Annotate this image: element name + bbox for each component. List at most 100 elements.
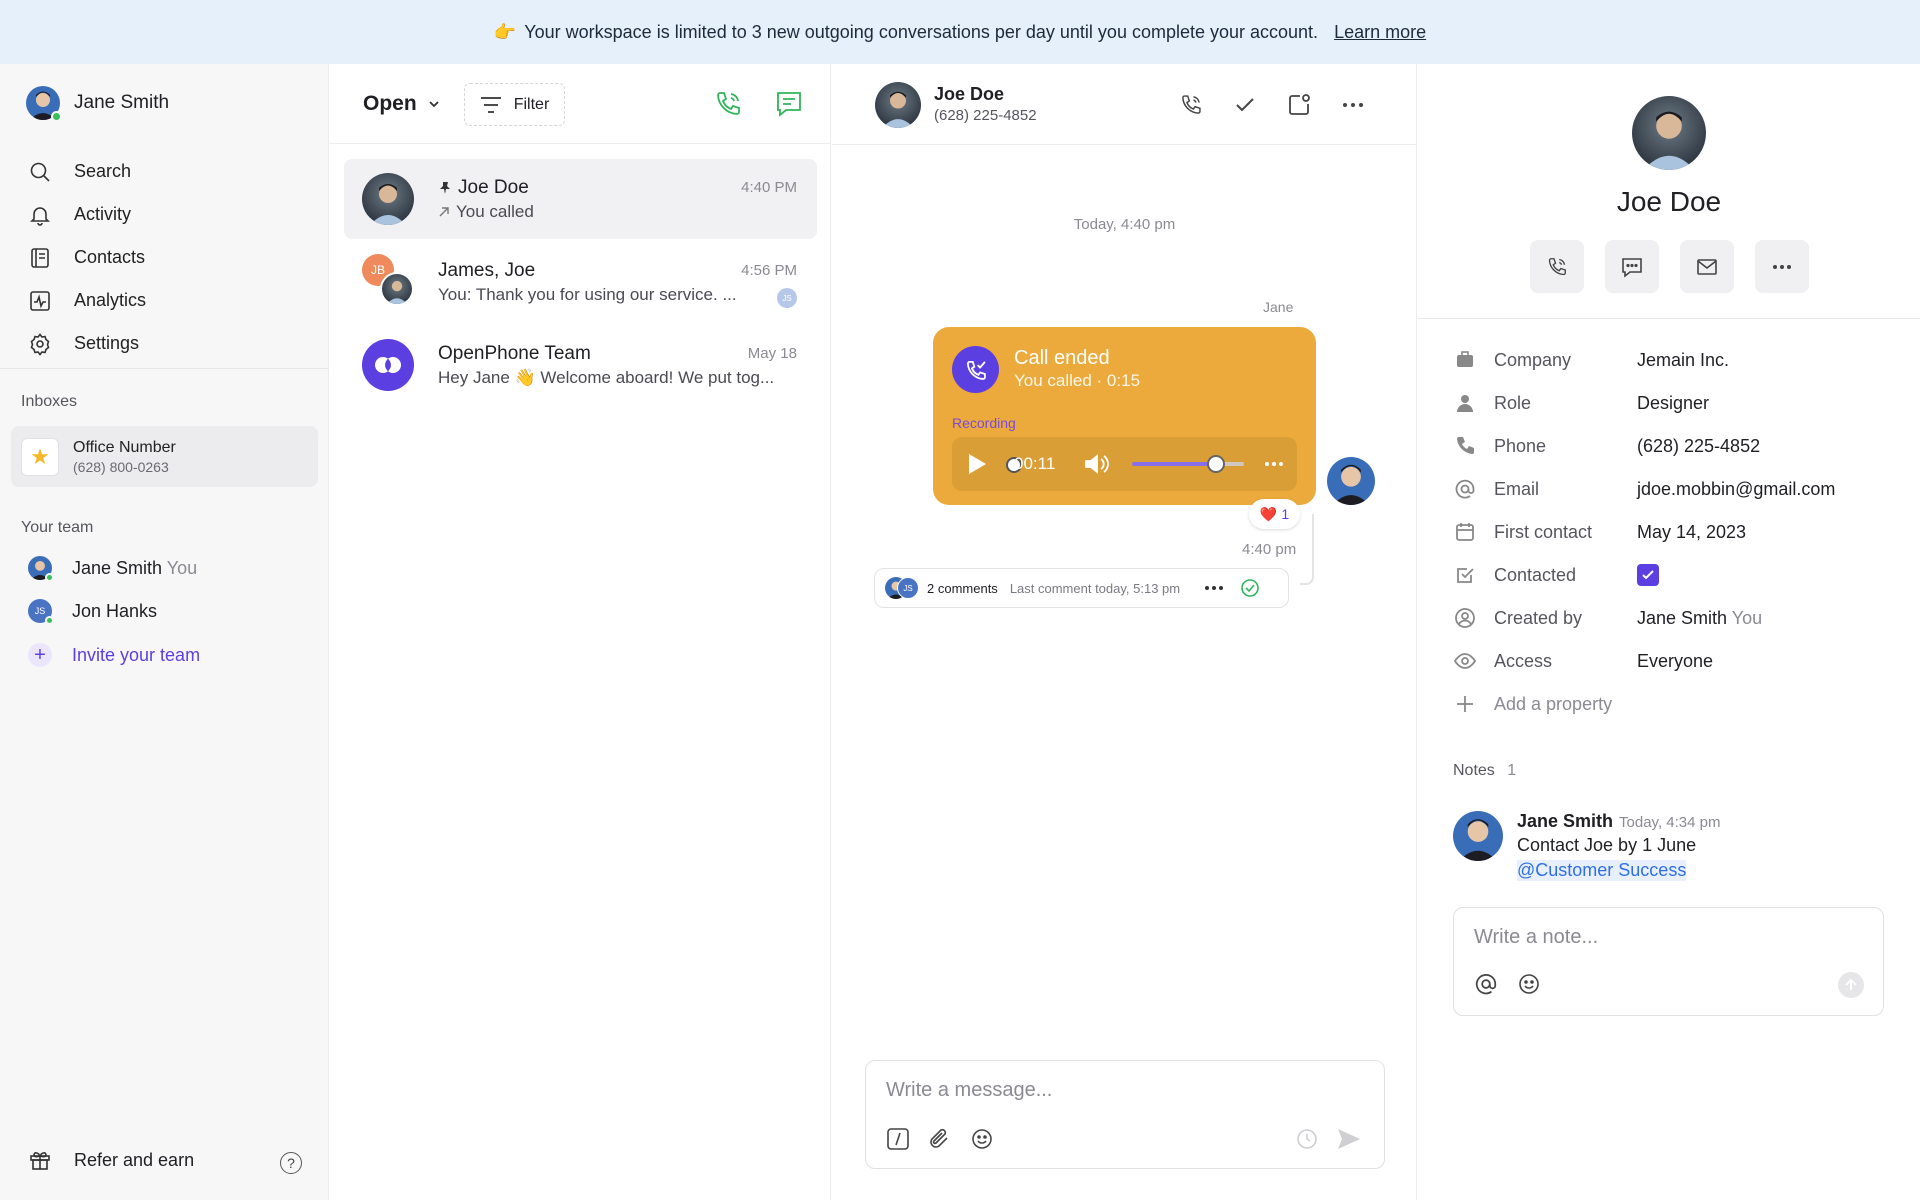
avatar — [380, 272, 414, 306]
emoji-icon[interactable] — [970, 1127, 994, 1151]
member-name: Jon Hanks — [72, 600, 158, 621]
nav-contacts[interactable]: Contacts — [28, 236, 146, 279]
property-phone[interactable]: Phone (628) 225-4852 — [1454, 435, 1760, 457]
preview-text: Hey Jane 👋 Welcome aboard! We put tog... — [438, 368, 775, 387]
call-button[interactable] — [1530, 240, 1584, 293]
checkbox-icon — [1457, 568, 1474, 583]
property-company[interactable]: Company Jemain Inc. — [1454, 349, 1729, 371]
volume-slider[interactable] — [1132, 455, 1244, 473]
note-body: Contact Joe by 1 June @Customer Success — [1517, 835, 1696, 881]
property-role[interactable]: Role Designer — [1454, 392, 1709, 414]
schedule-clock-icon[interactable] — [1295, 1127, 1319, 1151]
phone-icon — [1548, 257, 1566, 275]
email-button[interactable] — [1680, 240, 1734, 293]
call-icon[interactable] — [1178, 92, 1204, 118]
note-input[interactable]: Write a note... — [1474, 926, 1598, 949]
note-composer[interactable]: Write a note... — [1453, 907, 1884, 1016]
new-message-icon[interactable] — [773, 88, 805, 120]
conversation-item-james-joe[interactable]: JB James, Joe 4:56 PM You: Thank you for… — [344, 242, 817, 322]
conversation-item-joe-doe[interactable]: Joe Doe 4:40 PM You called — [344, 159, 817, 239]
reaction-badge[interactable]: ❤️ 1 — [1249, 499, 1300, 529]
nav-settings[interactable]: Settings — [28, 322, 146, 365]
property-key: Contacted — [1494, 564, 1577, 585]
contacted-checkbox[interactable] — [1637, 564, 1659, 586]
notes-count: 1 — [1507, 762, 1517, 779]
chat-header: Joe Doe (628) 225-4852 — [832, 64, 1417, 145]
new-call-icon[interactable] — [712, 88, 744, 120]
team-heading: Your team — [21, 519, 94, 536]
comments-count: 2 comments — [927, 580, 998, 596]
nav-label: Settings — [74, 333, 140, 353]
volume-handle[interactable] — [1207, 455, 1225, 473]
more-actions-button[interactable] — [1755, 240, 1809, 293]
more-icon[interactable] — [1340, 92, 1366, 118]
online-status-dot — [51, 111, 62, 122]
property-first-contact[interactable]: First contact May 14, 2023 — [1454, 521, 1746, 543]
help-icon[interactable]: ? — [280, 1152, 302, 1174]
add-property-button[interactable]: Add a property — [1454, 693, 1612, 715]
mention-icon[interactable] — [1474, 972, 1498, 996]
refer-and-earn-button[interactable]: Refer and earn — [28, 1148, 194, 1172]
user-circle-icon — [1455, 608, 1475, 628]
you-tag: You — [1731, 607, 1763, 628]
property-created-by[interactable]: Created by Jane Smith You — [1454, 607, 1762, 629]
conversation-list-header: Open Filter — [330, 64, 831, 144]
team-member-jane[interactable]: Jane Smith You — [28, 556, 197, 582]
sidebar: Jane Smith Search Activity Contacts Anal… — [0, 64, 329, 1200]
banner-text: Your workspace is limited to 3 new outgo… — [524, 21, 1319, 42]
inbox-office-number[interactable]: ★ Office Number (628) 800-0263 — [11, 426, 318, 487]
divider — [1418, 318, 1920, 319]
message-composer[interactable]: Write a message... — [865, 1060, 1385, 1169]
filter-icon — [480, 96, 501, 113]
status-dropdown[interactable]: Open — [363, 92, 441, 116]
learn-more-link[interactable]: Learn more — [1334, 22, 1426, 43]
invite-team-button[interactable]: + Invite your team — [28, 643, 200, 667]
chevron-down-icon — [429, 101, 439, 108]
property-value: Jemain Inc. — [1637, 349, 1730, 370]
send-icon[interactable] — [1336, 1127, 1362, 1151]
inbox-name: Office Number — [73, 438, 176, 456]
conversation-name: OpenPhone Team — [438, 343, 591, 365]
submit-note-button[interactable] — [1838, 972, 1864, 998]
notes-heading: Notes 1 — [1453, 762, 1516, 780]
eye-icon — [1454, 653, 1476, 669]
avatar: JS — [28, 599, 54, 625]
analytics-icon — [30, 290, 50, 311]
play-icon[interactable] — [966, 452, 988, 476]
user-name: Jane Smith — [74, 92, 170, 113]
check-icon[interactable] — [1232, 92, 1258, 118]
emoji-icon[interactable] — [1517, 972, 1541, 996]
nav-search[interactable]: Search — [28, 150, 146, 193]
member-name: Jane Smith — [72, 557, 163, 578]
mention-tag[interactable]: @Customer Success — [1517, 860, 1687, 881]
message-input[interactable]: Write a message... — [886, 1079, 1052, 1102]
message-button[interactable] — [1605, 240, 1659, 293]
volume-icon[interactable] — [1084, 453, 1110, 475]
preview-text: You: Thank you for using our service. ..… — [438, 285, 737, 304]
avatar-initials: JS — [897, 577, 919, 599]
message-sender: Jane — [1263, 299, 1294, 315]
more-icon[interactable] — [1204, 585, 1224, 591]
conversation-title: Joe Doe — [458, 177, 529, 198]
current-user[interactable]: Jane Smith — [26, 86, 170, 122]
refer-label: Refer and earn — [74, 1149, 195, 1170]
nav-activity[interactable]: Activity — [28, 193, 146, 236]
property-value: Jane Smith — [1637, 607, 1728, 628]
property-contacted[interactable]: Contacted — [1454, 564, 1659, 586]
conversation-preview: You: Thank you for using our service. ..… — [438, 285, 737, 305]
nav-analytics[interactable]: Analytics — [28, 279, 146, 322]
comments-thread[interactable]: JS 2 comments Last comment today, 5:13 p… — [874, 568, 1289, 608]
conversation-item-openphone-team[interactable]: OpenPhone Team May 18 Hey Jane 👋 Welcome… — [344, 325, 817, 405]
more-icon[interactable] — [1264, 461, 1284, 467]
online-status-dot — [45, 616, 54, 625]
property-key: Email — [1494, 478, 1540, 499]
resolve-check-icon[interactable] — [1240, 578, 1260, 598]
snooze-icon[interactable] — [1286, 92, 1312, 118]
attachment-icon[interactable] — [928, 1127, 952, 1151]
filter-button[interactable]: Filter — [464, 83, 565, 126]
slash-command-icon[interactable] — [886, 1127, 910, 1151]
team-member-jon[interactable]: JS Jon Hanks — [28, 599, 158, 625]
property-access[interactable]: Access Everyone — [1454, 650, 1713, 672]
conversation-title: OpenPhone Team — [438, 343, 591, 364]
property-email[interactable]: Email jdoe.mobbin@gmail.com — [1454, 478, 1835, 500]
